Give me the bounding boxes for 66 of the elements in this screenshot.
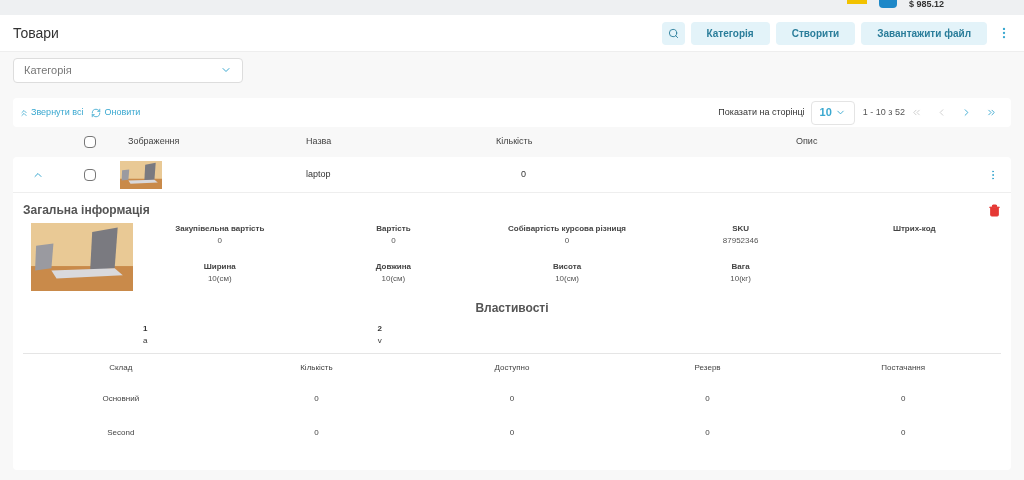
per-page-select[interactable]: 10 xyxy=(810,100,855,125)
first-page-icon xyxy=(911,107,922,118)
product-name: laptop xyxy=(305,167,332,181)
property-value: a xyxy=(143,335,148,347)
checkbox[interactable] xyxy=(83,136,96,148)
header-button[interactable]: Створити xyxy=(775,21,856,45)
column-header: Резерв xyxy=(694,362,721,374)
table-cell: 0 xyxy=(900,427,906,439)
property-label: 2 xyxy=(377,323,382,335)
field-value: 0 xyxy=(391,235,396,247)
double-chevron-up-icon xyxy=(19,107,29,118)
field-label: SKU xyxy=(732,223,750,235)
table-row[interactable]: laptop 0 xyxy=(13,157,1011,193)
field-value: 10(см) xyxy=(207,273,232,285)
column-header: Склад xyxy=(109,362,133,374)
column-header: Зображення xyxy=(127,135,181,149)
field-label: Довжина xyxy=(375,261,412,273)
field-label: Штрих-код xyxy=(892,223,936,235)
section-title: Властивості xyxy=(475,300,549,317)
per-page-label: Показати на сторінці xyxy=(718,105,805,119)
product-thumbnail xyxy=(120,160,162,189)
header-button[interactable]: Завантажити файл xyxy=(861,21,987,45)
field-value: 10(кг) xyxy=(730,273,751,285)
table-cell: 0 xyxy=(900,393,906,405)
table-cell: 0 xyxy=(314,393,319,405)
column-header: Назва xyxy=(305,135,333,149)
column-header: Постачання xyxy=(881,362,926,374)
table-cell: 0 xyxy=(705,393,710,405)
search-icon xyxy=(667,27,679,39)
property-label: 1 xyxy=(143,323,148,335)
field-label: Вага xyxy=(731,261,750,273)
field-value: 0 xyxy=(217,235,222,247)
field-label: Закупівельна вартість xyxy=(175,223,265,235)
field-label: Вартість xyxy=(376,223,411,235)
column-header: Кількість xyxy=(496,135,533,149)
checkbox[interactable] xyxy=(83,168,96,181)
field-value: 10(см) xyxy=(555,273,579,285)
category-select[interactable]: Категорія xyxy=(13,57,243,83)
table-cell: 0 xyxy=(509,427,515,439)
property-value: v xyxy=(377,335,382,347)
section-title: Загальна інформація xyxy=(23,202,150,219)
field-label: Собівартість курсова різниця xyxy=(508,223,626,235)
page-title: Товари xyxy=(13,23,59,43)
table-cell: Основний xyxy=(102,393,140,405)
table-cell: Second xyxy=(107,427,135,439)
collapse-all-link[interactable]: Звернути всі xyxy=(19,105,84,120)
range-text: 1 - 10 з 52 xyxy=(862,105,905,119)
field-value: 0 xyxy=(564,235,570,247)
delete-icon[interactable] xyxy=(988,203,1001,217)
field-label: Висота xyxy=(552,261,582,273)
header-button[interactable]: Категорія xyxy=(690,21,770,45)
table-cell: 0 xyxy=(705,427,710,439)
column-header: Доступно xyxy=(494,362,530,374)
balance-text: $ 985.12 xyxy=(908,0,944,9)
table-cell: 0 xyxy=(509,393,515,405)
table-cell: 0 xyxy=(314,427,319,439)
field-label: Ширина xyxy=(203,261,236,273)
search-button[interactable] xyxy=(661,21,685,45)
column-header: Кількість xyxy=(300,362,333,374)
field-value: 87952346 xyxy=(722,235,759,247)
last-page-icon xyxy=(986,107,997,118)
refresh-link[interactable]: Оновити xyxy=(91,105,141,120)
refresh-icon xyxy=(91,107,102,118)
field-value: 10(см) xyxy=(381,273,406,285)
quantity-cell-text: 0 xyxy=(520,167,527,181)
column-header: Опис xyxy=(796,135,818,149)
